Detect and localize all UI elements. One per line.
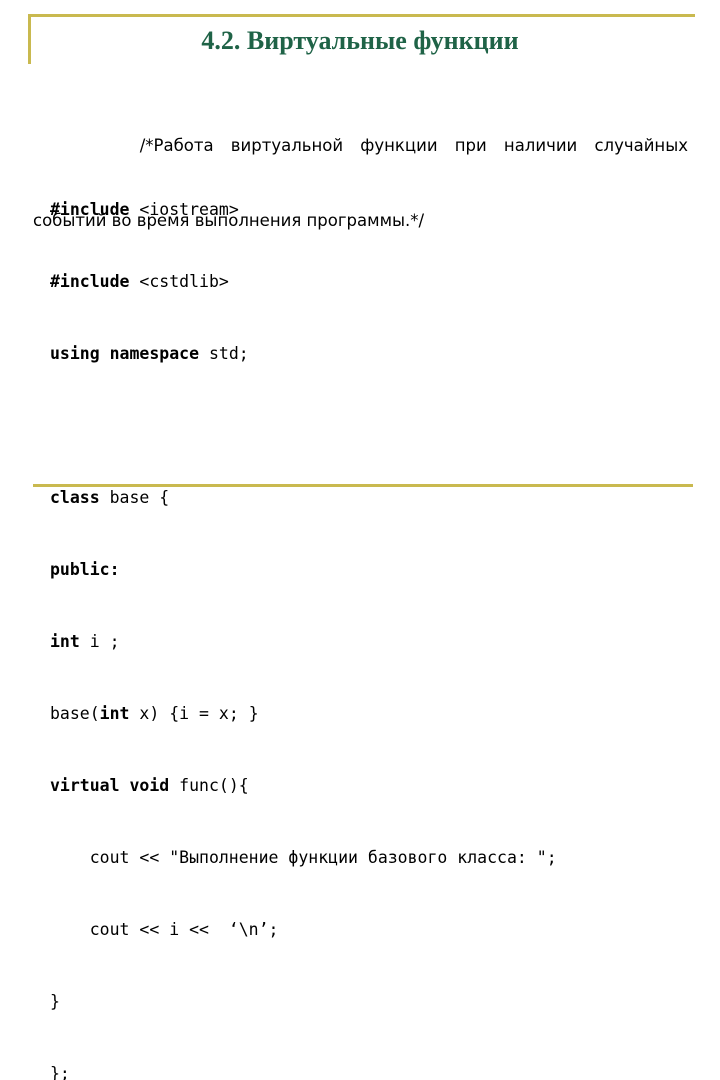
top-accent-rule bbox=[28, 14, 695, 17]
code-line: cout << i << ‘\n’; bbox=[50, 918, 690, 942]
code-text: cout << "Выполнение функции базового кла… bbox=[50, 848, 557, 867]
code-line: }; bbox=[50, 1062, 690, 1080]
code-keyword: virtual void bbox=[50, 776, 170, 795]
code-line: class base { bbox=[50, 486, 690, 510]
code-keyword: #include bbox=[50, 272, 130, 291]
code-text: i ; bbox=[79, 632, 120, 651]
code-keyword: int bbox=[99, 704, 130, 723]
code-keyword: class bbox=[50, 488, 100, 507]
page-title: 4.2. Виртуальные функции bbox=[201, 26, 519, 55]
code-text: <iostream> bbox=[129, 200, 239, 219]
code-text: base { bbox=[99, 488, 170, 507]
code-keyword: #include bbox=[50, 200, 130, 219]
code-line: base(int x) {i = x; } bbox=[50, 702, 690, 726]
code-keyword: public: bbox=[50, 560, 120, 579]
code-text: <cstdlib> bbox=[129, 272, 229, 291]
code-text: base( bbox=[50, 704, 100, 723]
code-text: cout << i << ‘\n’; bbox=[50, 920, 279, 939]
code-line: virtual void func(){ bbox=[50, 774, 690, 798]
code-text: }; bbox=[50, 1064, 70, 1080]
code-text: } bbox=[50, 992, 60, 1011]
code-text: x) {i = x; } bbox=[129, 704, 259, 723]
code-line: cout << "Выполнение функции базового кла… bbox=[50, 846, 690, 870]
code-block: #include <iostream> #include <cstdlib> u… bbox=[50, 150, 690, 1080]
code-line: using namespace std; bbox=[50, 342, 690, 366]
code-line: int i ; bbox=[50, 630, 690, 654]
code-keyword: int bbox=[50, 632, 80, 651]
code-text: func(){ bbox=[169, 776, 249, 795]
code-keyword: using namespace bbox=[50, 344, 200, 363]
code-line: public: bbox=[50, 558, 690, 582]
code-line: #include <iostream> bbox=[50, 198, 690, 222]
code-line: #include <cstdlib> bbox=[50, 270, 690, 294]
code-line: } bbox=[50, 990, 690, 1014]
code-text: std; bbox=[199, 344, 249, 363]
slide-canvas: 4.2. Виртуальные функции /*Работа виртуа… bbox=[0, 0, 720, 1080]
